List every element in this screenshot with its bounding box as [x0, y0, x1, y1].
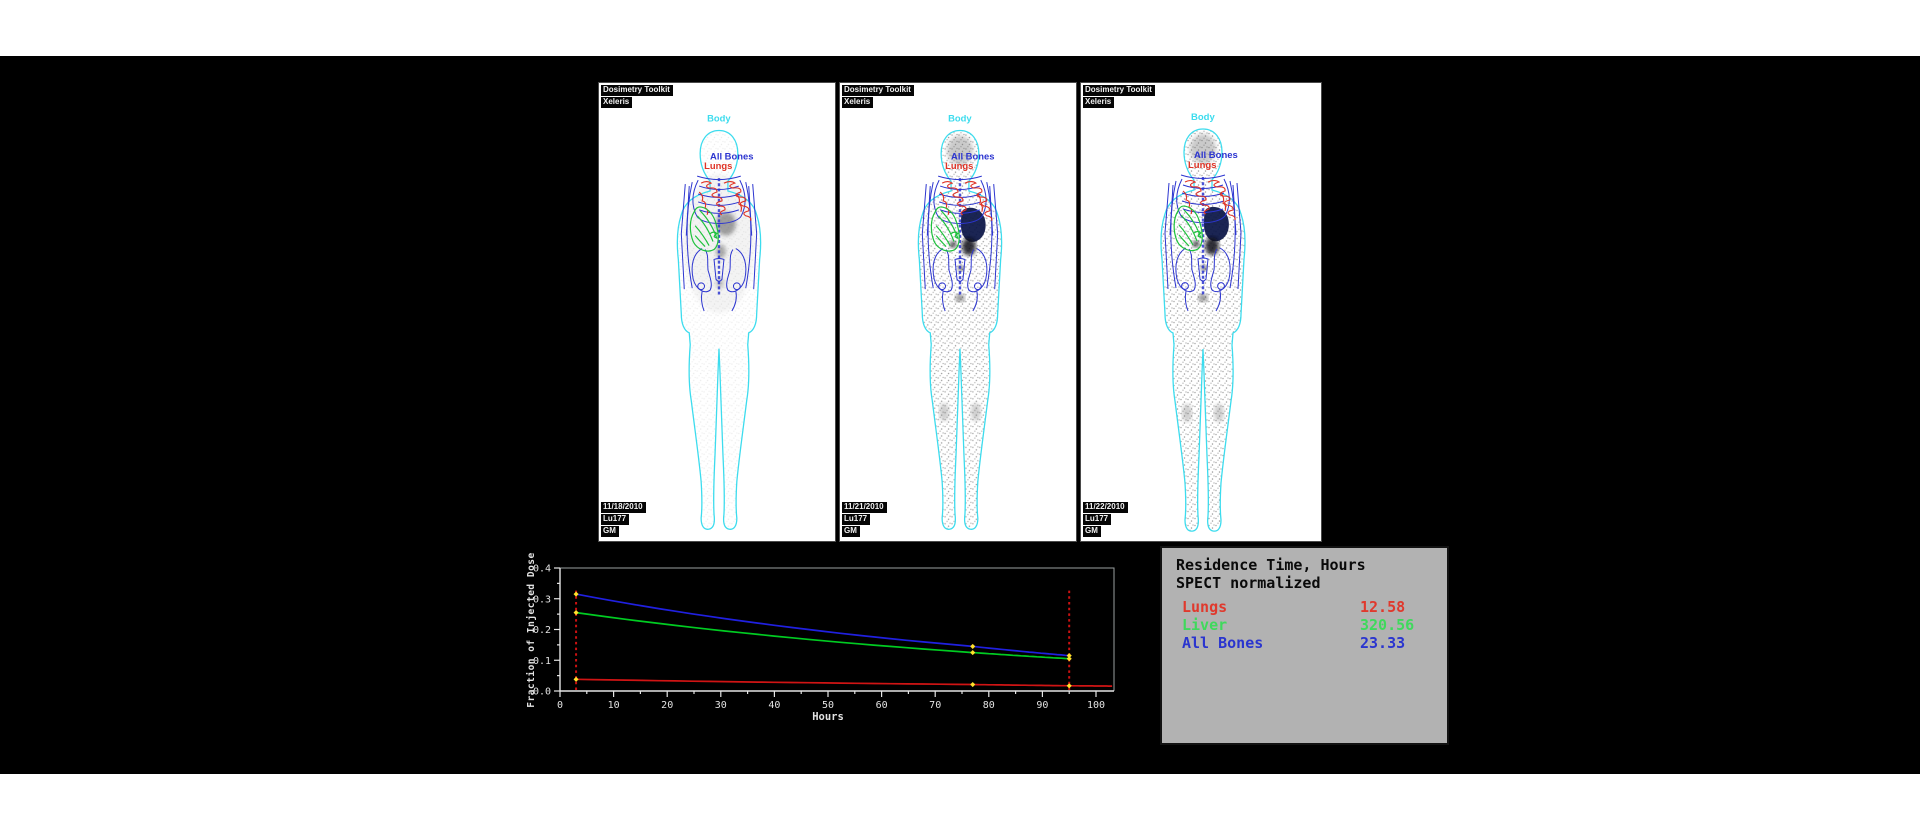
- operator-label: GM: [842, 526, 860, 537]
- app-subtitle-label: Xeleris: [842, 97, 873, 108]
- svg-text:0: 0: [557, 700, 563, 711]
- series-liver: [576, 613, 1069, 659]
- scan-image-slot: Body All Bones Lungs: [1081, 83, 1321, 541]
- lungs-roi-label: Lungs: [704, 160, 732, 171]
- viewport-footer: 11/22/2010 Lu177 GM: [1083, 502, 1128, 538]
- series-all-bones: [576, 594, 1069, 656]
- scan-image-slot: Body All Bones Lungs: [840, 83, 1076, 541]
- data-point-marker: [970, 682, 975, 687]
- lungs-roi-label: Lungs: [1188, 160, 1217, 171]
- app-title-label: Dosimetry Toolkit: [842, 85, 914, 96]
- svg-text:0.0: 0.0: [533, 687, 551, 698]
- data-point-marker: [574, 677, 579, 682]
- svg-text:20: 20: [661, 700, 673, 711]
- data-point-marker: [970, 644, 975, 649]
- residence-subtitle: SPECT normalized: [1176, 574, 1447, 592]
- body-scan-image: Body All Bones Lungs: [599, 83, 835, 541]
- svg-text:50: 50: [822, 700, 834, 711]
- data-point-marker: [574, 610, 579, 615]
- residence-row-lungs: Lungs 12.58: [1182, 598, 1447, 616]
- operator-label: GM: [601, 526, 619, 537]
- organ-value: 12.58: [1360, 598, 1405, 616]
- operator-label: GM: [1083, 526, 1101, 537]
- app-title-label: Dosimetry Toolkit: [1083, 85, 1155, 96]
- data-point-marker: [1067, 683, 1072, 688]
- body-scan-image: Body All Bones Lungs: [840, 83, 1076, 541]
- series-lungs: [576, 679, 1112, 686]
- scan-date-label: 11/21/2010: [842, 502, 887, 513]
- scan-viewport-1[interactable]: Body All Bones Lungs Dosimetry Toolkit X…: [598, 82, 836, 542]
- viewport-footer: 11/21/2010 Lu177 GM: [842, 502, 887, 538]
- scan-date-label: 11/18/2010: [601, 502, 646, 513]
- body-scan-image: Body All Bones Lungs: [1081, 83, 1321, 541]
- scan-image-slot: Body All Bones Lungs: [599, 83, 835, 541]
- isotope-label: Lu177: [601, 514, 629, 525]
- data-point-marker: [1067, 656, 1072, 661]
- svg-text:0.4: 0.4: [533, 564, 551, 575]
- app-title-label: Dosimetry Toolkit: [601, 85, 673, 96]
- svg-text:70: 70: [929, 700, 941, 711]
- residence-time-panel: Residence Time, Hours SPECT normalized L…: [1160, 546, 1449, 745]
- svg-text:100: 100: [1087, 700, 1105, 711]
- svg-text:30: 30: [715, 700, 727, 711]
- data-point-marker: [970, 650, 975, 655]
- scan-viewport-2[interactable]: Body All Bones Lungs Dosimetry Toolkit X…: [839, 82, 1077, 542]
- x-axis-label: Hours: [812, 711, 844, 723]
- svg-text:0.3: 0.3: [533, 594, 551, 605]
- organ-label: Lungs: [1182, 598, 1227, 616]
- app-subtitle-label: Xeleris: [601, 97, 632, 108]
- organ-value: 320.56: [1360, 616, 1414, 634]
- body-roi-label: Body: [1191, 112, 1215, 123]
- svg-text:10: 10: [608, 700, 620, 711]
- viewport-header: Dosimetry Toolkit Xeleris: [1083, 85, 1155, 109]
- residence-row-all-bones: All Bones 23.33: [1182, 634, 1447, 652]
- residence-row-liver: Liver 320.56: [1182, 616, 1447, 634]
- time-activity-chart[interactable]: Fraction of Injected Dose Hours 0.00.10.…: [524, 548, 1130, 740]
- isotope-label: Lu177: [842, 514, 870, 525]
- body-roi-label: Body: [707, 113, 731, 124]
- residence-title: Residence Time, Hours: [1176, 556, 1447, 574]
- organ-label: All Bones: [1182, 634, 1263, 652]
- scan-date-label: 11/22/2010: [1083, 502, 1128, 513]
- svg-text:60: 60: [876, 700, 888, 711]
- data-point-marker: [574, 592, 579, 597]
- svg-text:90: 90: [1036, 700, 1048, 711]
- svg-text:0.1: 0.1: [533, 656, 551, 667]
- svg-text:40: 40: [768, 700, 780, 711]
- lungs-roi-label: Lungs: [945, 160, 973, 171]
- scan-viewport-3[interactable]: Body All Bones Lungs Dosimetry Toolkit X…: [1080, 82, 1322, 542]
- isotope-label: Lu177: [1083, 514, 1111, 525]
- body-roi-label: Body: [948, 113, 972, 124]
- viewport-footer: 11/18/2010 Lu177 GM: [601, 502, 646, 538]
- app-subtitle-label: Xeleris: [1083, 97, 1114, 108]
- viewport-header: Dosimetry Toolkit Xeleris: [842, 85, 914, 109]
- svg-text:80: 80: [983, 700, 995, 711]
- organ-value: 23.33: [1360, 634, 1405, 652]
- application-canvas: Body All Bones Lungs Dosimetry Toolkit X…: [0, 56, 1920, 774]
- svg-text:0.2: 0.2: [533, 625, 551, 636]
- organ-label: Liver: [1182, 616, 1227, 634]
- viewport-header: Dosimetry Toolkit Xeleris: [601, 85, 673, 109]
